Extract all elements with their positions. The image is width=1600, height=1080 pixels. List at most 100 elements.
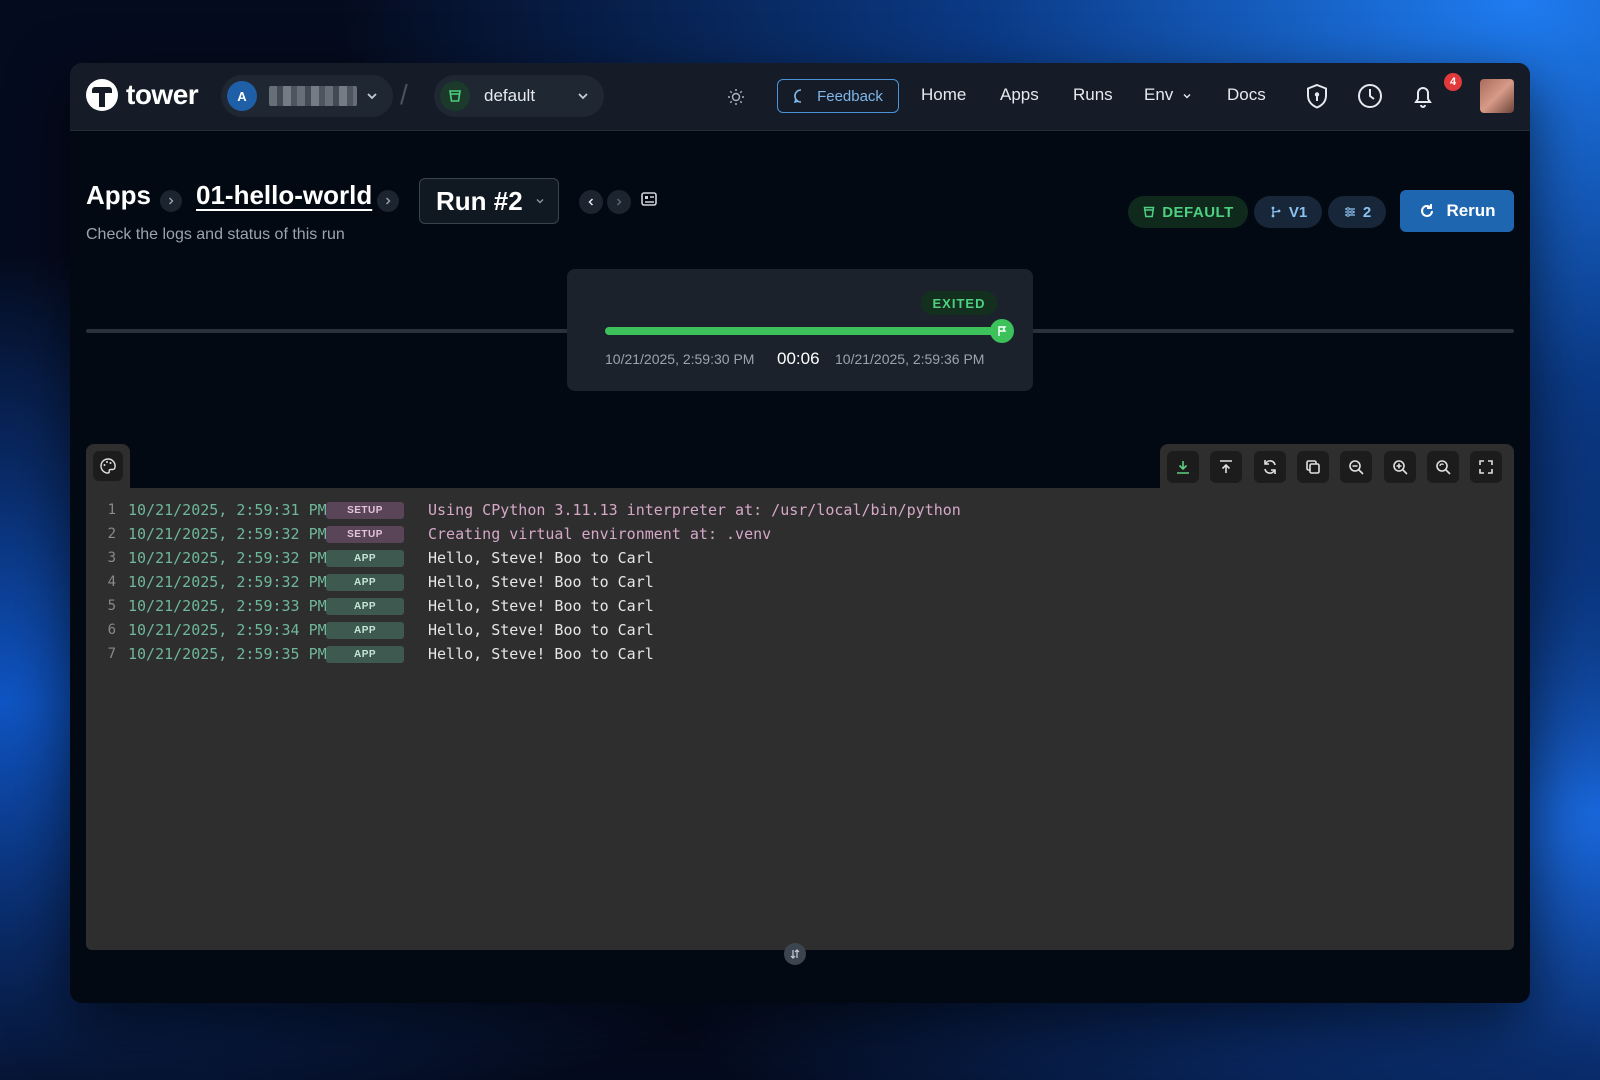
previous-run-button[interactable] bbox=[579, 190, 603, 214]
log-message: Hello, Steve! Boo to Carl bbox=[428, 549, 654, 567]
chevron-right-icon bbox=[377, 190, 399, 212]
palette-icon[interactable] bbox=[93, 451, 123, 481]
brand-logo[interactable]: tower bbox=[86, 79, 199, 111]
run-details-card-icon[interactable] bbox=[640, 191, 658, 207]
nav-link-home[interactable]: Home bbox=[921, 85, 966, 105]
log-output-panel[interactable]: 1 10/21/2025, 2:59:31 PM SETUP Using CPy… bbox=[86, 488, 1514, 950]
history-clock-icon[interactable] bbox=[1355, 81, 1385, 111]
log-stage-tag: SETUP bbox=[326, 525, 404, 543]
log-timestamp: 10/21/2025, 2:59:33 PM bbox=[128, 597, 327, 615]
rerun-button[interactable]: Rerun bbox=[1400, 190, 1514, 232]
log-message: Hello, Steve! Boo to Carl bbox=[428, 597, 654, 615]
line-number: 3 bbox=[107, 550, 116, 566]
scroll-top-icon[interactable] bbox=[1210, 451, 1242, 483]
log-stage-tag: APP bbox=[326, 645, 404, 663]
chevron-left-icon bbox=[588, 198, 594, 206]
line-number: 4 bbox=[107, 574, 116, 590]
log-line: 2 10/21/2025, 2:59:32 PM SETUP Creating … bbox=[86, 522, 772, 546]
breadcrumb-apps[interactable]: Apps bbox=[86, 180, 151, 211]
environment-badge-label: DEFAULT bbox=[1162, 203, 1234, 221]
log-line: 4 10/21/2025, 2:59:32 PM APP Hello, Stev… bbox=[86, 570, 654, 594]
log-timestamp: 10/21/2025, 2:59:35 PM bbox=[128, 645, 327, 663]
rerun-label: Rerun bbox=[1446, 201, 1496, 220]
chevron-down-icon bbox=[576, 89, 590, 103]
account-avatar: A bbox=[227, 81, 257, 111]
shield-icon[interactable] bbox=[1302, 81, 1332, 111]
environment-icon bbox=[440, 81, 470, 111]
line-number: 5 bbox=[107, 598, 116, 614]
version-badge-label: V1 bbox=[1288, 203, 1308, 221]
parameters-badge-label: 2 bbox=[1362, 203, 1372, 221]
feedback-label: Feedback bbox=[817, 87, 883, 105]
run-progress-track bbox=[605, 327, 1001, 335]
environment-badge: DEFAULT bbox=[1128, 196, 1248, 228]
fullscreen-icon[interactable] bbox=[1470, 451, 1502, 483]
run-selector[interactable]: Run #2 bbox=[419, 178, 559, 224]
line-number: 2 bbox=[107, 526, 116, 542]
environment-icon bbox=[1143, 206, 1155, 218]
status-badge: EXITED bbox=[921, 291, 997, 315]
chat-bubble-icon bbox=[793, 88, 809, 104]
resize-handle-icon[interactable] bbox=[784, 943, 806, 965]
log-timestamp: 10/21/2025, 2:59:32 PM bbox=[128, 525, 327, 543]
nav-link-runs[interactable]: Runs bbox=[1073, 85, 1113, 105]
chevron-right-icon bbox=[160, 190, 182, 212]
feedback-button[interactable]: Feedback bbox=[777, 79, 899, 113]
sliders-icon bbox=[1344, 207, 1355, 217]
chevron-right-icon bbox=[616, 198, 622, 206]
log-message: Hello, Steve! Boo to Carl bbox=[428, 573, 654, 591]
log-line: 6 10/21/2025, 2:59:34 PM APP Hello, Stev… bbox=[86, 618, 654, 642]
chevron-down-icon bbox=[365, 89, 379, 103]
log-stage-tag: APP bbox=[326, 549, 404, 567]
nav-link-env[interactable]: Env bbox=[1144, 85, 1192, 105]
log-message: Creating virtual environment at: .venv bbox=[428, 525, 772, 543]
chevron-down-icon bbox=[1183, 93, 1191, 99]
chevron-down-icon bbox=[534, 195, 546, 207]
log-theme-tab bbox=[86, 444, 130, 488]
user-avatar[interactable] bbox=[1480, 79, 1514, 113]
line-number: 6 bbox=[107, 622, 116, 638]
notifications-bell-icon[interactable] bbox=[1408, 81, 1438, 111]
tower-logo-icon bbox=[86, 79, 118, 111]
log-stage-tag: SETUP bbox=[326, 501, 404, 519]
log-stage-tag: APP bbox=[326, 621, 404, 639]
download-icon[interactable] bbox=[1167, 451, 1199, 483]
git-branch-icon bbox=[1271, 206, 1281, 218]
breadcrumb-divider: / bbox=[400, 79, 408, 110]
run-duration: 00:06 bbox=[777, 349, 820, 368]
account-switcher[interactable]: A bbox=[221, 75, 393, 117]
page-subtitle: Check the logs and status of this run bbox=[86, 226, 345, 243]
refresh-icon[interactable] bbox=[1254, 451, 1286, 483]
nav-link-docs[interactable]: Docs bbox=[1227, 85, 1266, 105]
account-name-redacted bbox=[269, 86, 357, 106]
log-timestamp: 10/21/2025, 2:59:34 PM bbox=[128, 621, 327, 639]
log-toolbar bbox=[1160, 444, 1514, 488]
log-line: 7 10/21/2025, 2:59:35 PM APP Hello, Stev… bbox=[86, 642, 654, 666]
version-badge: V1 bbox=[1254, 196, 1322, 228]
nav-link-apps[interactable]: Apps bbox=[1000, 85, 1039, 105]
finish-flag-icon bbox=[990, 319, 1014, 343]
line-number: 1 bbox=[107, 502, 116, 518]
log-line: 3 10/21/2025, 2:59:32 PM APP Hello, Stev… bbox=[86, 546, 654, 570]
parameters-badge: 2 bbox=[1328, 196, 1386, 228]
refresh-icon bbox=[1421, 204, 1434, 217]
line-number: 7 bbox=[107, 646, 116, 662]
log-timestamp: 10/21/2025, 2:59:32 PM bbox=[128, 549, 327, 567]
notification-count-badge: 4 bbox=[1444, 73, 1462, 91]
next-run-button[interactable] bbox=[607, 190, 631, 214]
copy-icon[interactable] bbox=[1297, 451, 1329, 483]
environment-switcher[interactable]: default bbox=[434, 75, 604, 117]
log-message: Using CPython 3.11.13 interpreter at: /u… bbox=[428, 501, 961, 519]
top-navbar: tower A / default Feedback Home Apps Run… bbox=[70, 63, 1530, 131]
zoom-out-icon[interactable] bbox=[1340, 451, 1372, 483]
environment-name: default bbox=[484, 86, 536, 105]
log-message: Hello, Steve! Boo to Carl bbox=[428, 621, 654, 639]
nav-env-label: Env bbox=[1144, 85, 1174, 104]
theme-toggle-sun-icon[interactable] bbox=[724, 85, 748, 109]
run-progress-fill bbox=[605, 327, 1001, 335]
zoom-in-icon[interactable] bbox=[1384, 451, 1416, 483]
brand-name: tower bbox=[126, 79, 199, 110]
zoom-reset-icon[interactable] bbox=[1427, 451, 1459, 483]
log-line: 1 10/21/2025, 2:59:31 PM SETUP Using CPy… bbox=[86, 498, 961, 522]
breadcrumb-app-name[interactable]: 01-hello-world bbox=[196, 180, 372, 211]
